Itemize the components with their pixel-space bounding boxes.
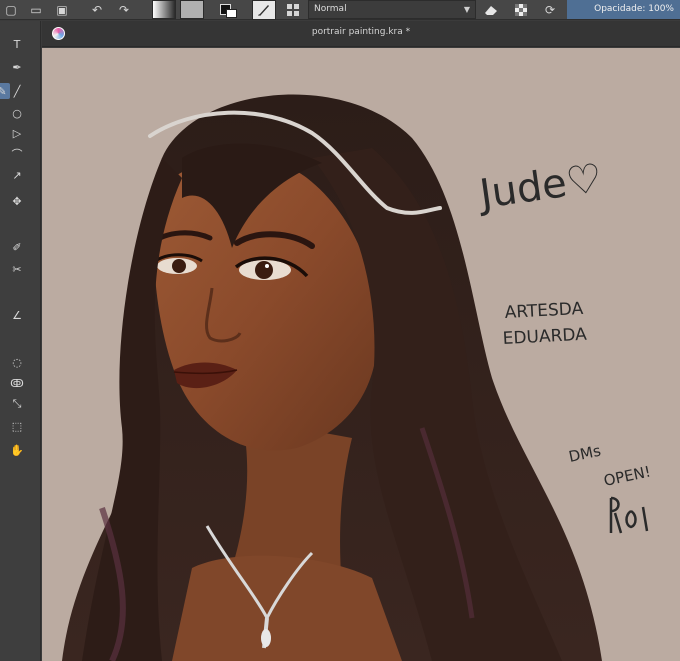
toolbox: T ✒ ✎ ╱ ○ ▷ ⌒ ↗ ✥ ✐ ✂ ∠ ◌ ↂ ⤡ ⬚ ✋ [0,21,41,661]
similar-selection-tool-icon[interactable]: ⬚ [9,418,25,434]
portrait-artwork: Jude♡ ARTESDA EDUARDA DMs OPEN! [62,94,652,661]
signature-text: Jude♡ [474,155,605,218]
color-picker-tool-icon[interactable]: ✐ [9,239,25,255]
gradient-swatch-icon[interactable] [152,0,176,19]
polyline-tool-icon[interactable]: ▷ [9,125,25,141]
freehand-path-tool-icon[interactable]: ↗ [9,167,25,183]
open-document-icon[interactable]: ▭ [27,1,45,19]
alpha-lock-icon[interactable] [512,1,530,19]
magnetic-selection-tool-icon[interactable]: ⤡ [9,396,25,412]
document-tab[interactable]: portrair painting.kra * [42,21,680,47]
freehand-selection-tool-icon[interactable]: ↂ [9,375,25,391]
ellipse-tool-icon[interactable]: ○ [9,105,25,121]
canvas[interactable]: Jude♡ ARTESDA EDUARDA DMs OPEN! [42,48,680,661]
text-tool-icon[interactable]: T [9,36,25,52]
brush-preset-icon[interactable] [252,0,276,20]
smart-patch-tool-icon[interactable]: ✂ [9,261,25,277]
opacity-label: Opacidade: 100% [594,4,674,14]
pan-tool-icon[interactable]: ✋ [9,442,25,458]
wrap-around-icon[interactable] [284,1,302,19]
chevron-down-icon: ▼ [463,5,470,14]
elliptical-selection-tool-icon[interactable]: ◌ [9,354,25,370]
reload-preset-icon[interactable]: ⟳ [541,1,559,19]
foreground-background-color-icon[interactable] [216,0,240,19]
new-document-icon[interactable]: ▢ [2,1,20,19]
dm-line-1: DMs [567,442,603,466]
blend-mode-value: Normal [314,4,347,14]
redo-icon[interactable]: ↷ [115,1,133,19]
background-color[interactable] [226,9,237,18]
line-tool-icon[interactable]: ╱ [9,83,25,99]
blend-mode-select[interactable]: Normal ▼ [308,0,476,19]
pattern-swatch-icon[interactable] [180,0,204,19]
document-title: portrair painting.kra * [311,27,411,37]
eraser-icon[interactable] [482,1,500,19]
left-iris [172,259,186,273]
right-iris [255,261,273,279]
bezier-tool-icon[interactable]: ⌒ [9,146,25,162]
artist-line-1: ARTESDA [504,299,584,323]
save-icon[interactable]: ▣ [53,1,71,19]
dm-line-2: OPEN! [602,462,652,489]
undo-icon[interactable]: ↶ [88,1,106,19]
top-toolbar: ▢ ▭ ▣ ↶ ↷ Normal ▼ ⟳ Opacidade: 100% [0,0,680,20]
calligraphy-tool-icon[interactable]: ✒ [9,59,25,75]
artist-line-2: EDUARDA [502,325,587,349]
move-tool-icon[interactable]: ✥ [9,193,25,209]
measure-tool-icon[interactable]: ∠ [9,307,25,323]
opacity-slider[interactable]: Opacidade: 100% [567,0,680,19]
artist-doodle-icon [609,496,649,534]
